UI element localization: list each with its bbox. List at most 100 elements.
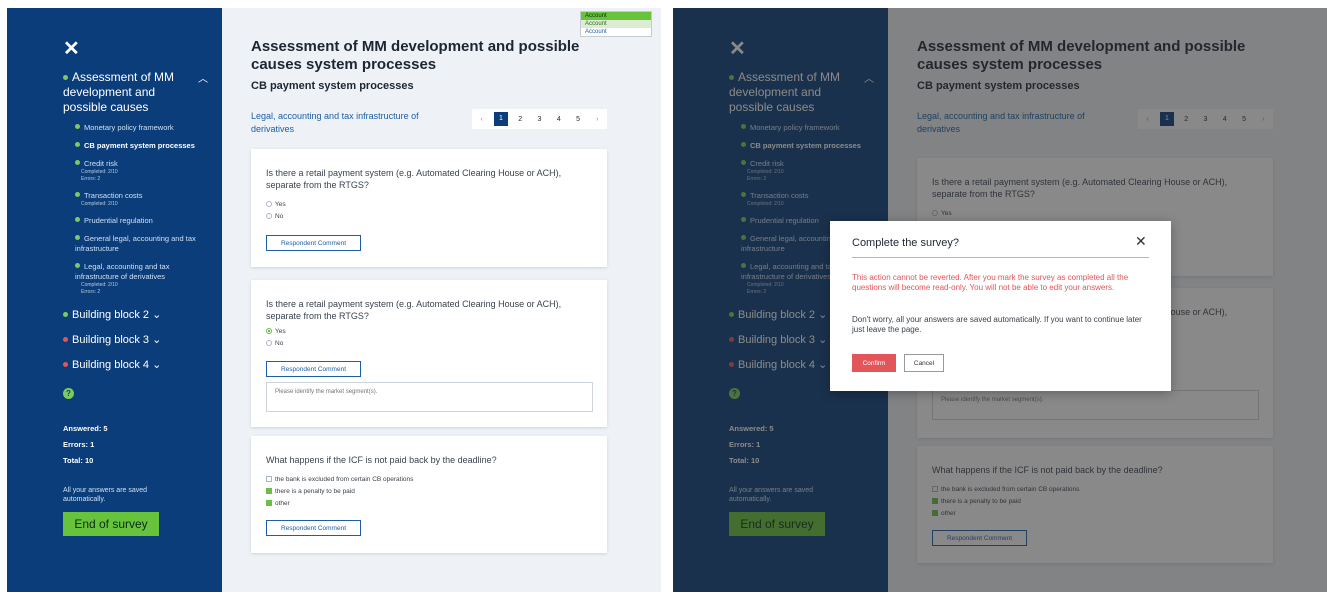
radio-option-no[interactable]: No bbox=[266, 340, 283, 347]
radio-icon bbox=[266, 213, 272, 219]
sidebar-block-4[interactable]: Building block 4 ⌄ bbox=[63, 358, 208, 371]
option-label: Yes bbox=[275, 328, 286, 335]
checkbox-checked-icon bbox=[266, 500, 272, 506]
sidebar-main-item[interactable]: Assessment of MM development and possibl… bbox=[63, 70, 208, 115]
radio-icon bbox=[266, 201, 272, 207]
option-label: other bbox=[275, 500, 290, 507]
sidebar-item-monetary-policy[interactable]: Monetary policy framework bbox=[63, 123, 208, 133]
sidebar-item-credit-risk[interactable]: Credit riskCompleted: 2/10Errors: 2 bbox=[63, 159, 208, 183]
sidebar-item-label: Legal, accounting and tax infrastructure… bbox=[75, 262, 170, 281]
sidebar-block-3[interactable]: Building block 3 ⌄ bbox=[63, 333, 208, 346]
checkbox-option[interactable]: the bank is excluded from certain CB ope… bbox=[266, 476, 413, 483]
status-dot-icon bbox=[75, 263, 80, 268]
respondent-comment-button[interactable]: Respondent Comment bbox=[266, 235, 361, 251]
radio-option-yes[interactable]: Yes bbox=[266, 201, 286, 208]
status-dot-icon bbox=[75, 160, 80, 165]
chevron-up-icon[interactable]: ︿ bbox=[198, 72, 208, 115]
completed-count: Completed: 2/10 bbox=[81, 282, 118, 288]
section-title: Legal, accounting and tax infrastructure… bbox=[251, 111, 419, 134]
survey-stats: Answered: 5 Errors: 1 Total: 10 bbox=[63, 424, 108, 472]
modal-warning: This action cannot be reverted. After yo… bbox=[852, 273, 1129, 292]
modal-divider bbox=[852, 257, 1149, 258]
radio-option-no[interactable]: No bbox=[266, 213, 283, 220]
confirm-button[interactable]: Confirm bbox=[852, 354, 896, 372]
survey-screen-modal: ✕ Assessment of MM development and possi… bbox=[673, 8, 1327, 592]
page-button-3[interactable]: 3 bbox=[532, 116, 546, 123]
modal-info: Don't worry, all your answers are saved … bbox=[852, 315, 1142, 334]
next-page-icon[interactable]: › bbox=[590, 116, 604, 123]
radio-icon bbox=[266, 340, 272, 346]
status-dot-icon bbox=[75, 142, 80, 147]
errors-total: Errors: 1 bbox=[63, 440, 95, 449]
complete-survey-modal: Complete the survey? ✕ This action canno… bbox=[830, 221, 1171, 391]
sidebar-subitems: Monetary policy framework CB payment sys… bbox=[63, 123, 208, 296]
sidebar-item-legal-derivatives[interactable]: Legal, accounting and tax infrastructure… bbox=[63, 262, 208, 296]
close-icon[interactable]: ✕ bbox=[1135, 233, 1147, 250]
option-label: the bank is excluded from certain CB ope… bbox=[275, 476, 414, 483]
errors-count: Errors: 2 bbox=[81, 176, 101, 182]
page-subtitle: CB payment system processes bbox=[251, 80, 414, 92]
sidebar-item-label: CB payment system processes bbox=[84, 141, 195, 150]
errors-count: Errors: 2 bbox=[81, 289, 101, 295]
option-label: there is a penalty to be paid bbox=[275, 488, 355, 495]
question-card: Is there a retail payment system (e.g. A… bbox=[251, 149, 607, 267]
status-dot-icon bbox=[75, 124, 80, 129]
end-survey-button[interactable]: End of survey bbox=[63, 512, 159, 536]
page-title: Assessment of MM development and possibl… bbox=[251, 38, 580, 73]
sidebar-item-cb-payment[interactable]: CB payment system processes bbox=[63, 141, 208, 151]
sidebar-item-general-legal[interactable]: General legal, accounting and tax infras… bbox=[63, 234, 208, 254]
sidebar-block-2[interactable]: Building block 2 ⌄ bbox=[63, 308, 208, 321]
prev-page-icon[interactable]: ‹ bbox=[475, 116, 489, 123]
main-content: Assessment of MM development and possibl… bbox=[222, 8, 661, 592]
sidebar-item-label: Monetary policy framework bbox=[84, 123, 174, 132]
status-dot-icon bbox=[75, 192, 80, 197]
completed-count: Completed: 2/10 bbox=[81, 201, 118, 207]
answered-count: Answered: 5 bbox=[63, 424, 108, 433]
page-button-2[interactable]: 2 bbox=[513, 116, 527, 123]
account-option[interactable]: Account bbox=[581, 28, 651, 36]
question-text: Is there a retail payment system (e.g. A… bbox=[266, 299, 562, 321]
chevron-down-icon: ⌄ bbox=[152, 334, 162, 346]
sidebar-item-transaction-costs[interactable]: Transaction costsCompleted: 2/10 bbox=[63, 191, 208, 208]
account-option[interactable]: Account bbox=[581, 12, 651, 20]
sidebar-item-label: Transaction costs bbox=[84, 191, 143, 200]
pagination: ‹ 1 2 3 4 5 › bbox=[472, 109, 607, 129]
checkbox-icon bbox=[266, 476, 272, 482]
sidebar-item-prudential[interactable]: Prudential regulation bbox=[63, 216, 208, 226]
chevron-down-icon: ⌄ bbox=[152, 359, 162, 371]
checkbox-option[interactable]: other bbox=[266, 500, 290, 507]
app-root: ✕ Assessment of MM development and possi… bbox=[0, 0, 1327, 592]
completed-count: Completed: 2/10 bbox=[81, 169, 118, 175]
page-button-5[interactable]: 5 bbox=[571, 116, 585, 123]
status-dot-icon bbox=[63, 75, 68, 80]
question-text: Is there a retail payment system (e.g. A… bbox=[266, 168, 562, 190]
saved-note: All your answers are saved automatically… bbox=[63, 487, 148, 503]
sidebar: ✕ Assessment of MM development and possi… bbox=[7, 8, 222, 592]
block-label: Building block 4 bbox=[72, 359, 150, 371]
chevron-down-icon: ⌄ bbox=[152, 309, 162, 321]
respondent-comment-button[interactable]: Respondent Comment bbox=[266, 520, 361, 536]
checkbox-checked-icon bbox=[266, 488, 272, 494]
modal-title: Complete the survey? bbox=[852, 237, 959, 249]
radio-option-yes[interactable]: Yes bbox=[266, 328, 286, 335]
status-dot-icon bbox=[63, 337, 68, 342]
status-dot-icon bbox=[63, 362, 68, 367]
close-icon[interactable]: ✕ bbox=[63, 36, 80, 61]
sidebar-item-label: Prudential regulation bbox=[84, 216, 153, 225]
sidebar-nav: Assessment of MM development and possibl… bbox=[63, 70, 208, 371]
status-dot-icon bbox=[75, 217, 80, 222]
comment-textarea[interactable] bbox=[266, 382, 593, 412]
sidebar-item-label: Credit risk bbox=[84, 159, 118, 168]
radio-checked-icon bbox=[266, 328, 272, 334]
option-label: No bbox=[275, 213, 284, 220]
cancel-button[interactable]: Cancel bbox=[904, 354, 944, 372]
option-label: Yes bbox=[275, 201, 286, 208]
page-button-1[interactable]: 1 bbox=[493, 112, 508, 126]
option-label: No bbox=[275, 340, 284, 347]
account-option[interactable]: Account bbox=[581, 20, 651, 28]
status-dot-icon bbox=[75, 235, 80, 240]
respondent-comment-button[interactable]: Respondent Comment bbox=[266, 361, 361, 377]
checkbox-option[interactable]: there is a penalty to be paid bbox=[266, 488, 355, 495]
page-button-4[interactable]: 4 bbox=[552, 116, 566, 123]
help-icon[interactable]: ? bbox=[63, 388, 74, 399]
